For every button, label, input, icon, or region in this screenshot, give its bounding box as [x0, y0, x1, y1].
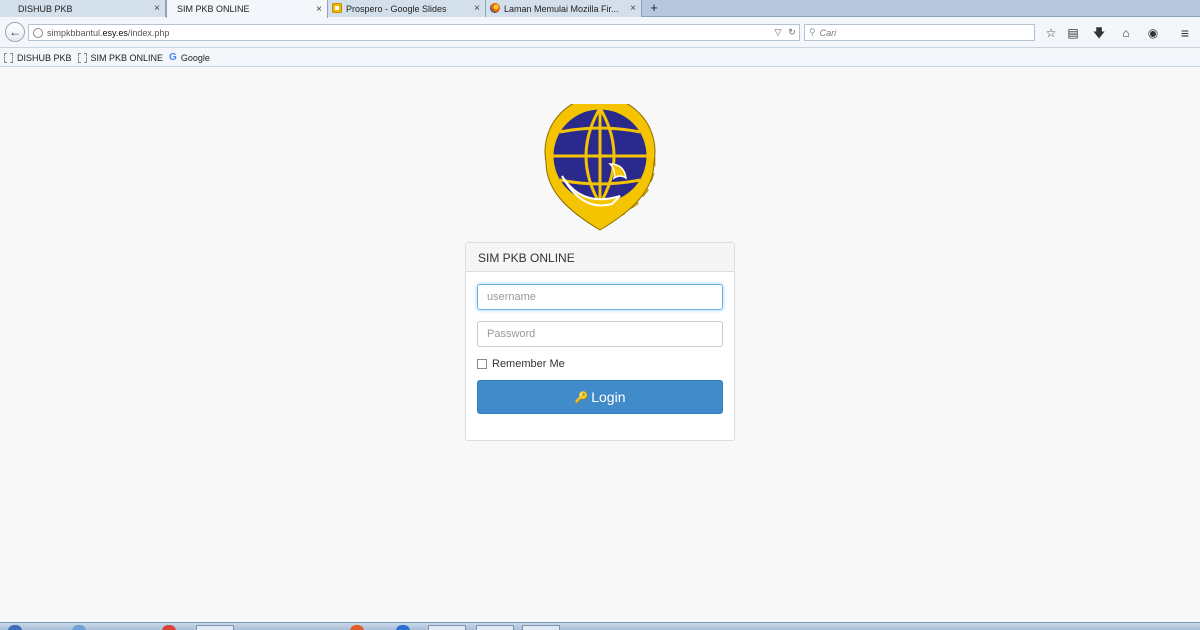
bookmark-label: DISHUB PKB [17, 52, 72, 63]
chat-icon[interactable]: ◉ [1145, 25, 1161, 41]
taskbar-app-icon[interactable] [350, 625, 364, 630]
globe-icon [33, 27, 43, 38]
ministry-logo-icon [544, 104, 656, 231]
back-button[interactable]: ← [5, 22, 25, 42]
search-icon: ⚲ [809, 27, 816, 37]
panel-title: SIM PKB ONLINE [466, 243, 734, 272]
username-input[interactable] [477, 284, 723, 310]
firefox-icon [490, 3, 500, 13]
login-button[interactable]: 🔑 Login [477, 380, 723, 414]
taskbar-app-icon[interactable] [72, 625, 86, 630]
password-input[interactable] [477, 321, 723, 347]
close-icon[interactable]: × [469, 3, 485, 14]
key-icon: 🔑 [574, 391, 589, 404]
tab-strip: DISHUB PKB × SIM PKB ONLINE × Prospero -… [0, 0, 1200, 18]
google-icon: G [169, 52, 177, 63]
new-tab-button[interactable]: + [646, 0, 662, 17]
tab-label: SIM PKB ONLINE [177, 4, 250, 14]
bookmark-star-icon[interactable]: ☆ [1043, 25, 1059, 41]
google-slides-icon [332, 3, 342, 13]
remember-me-checkbox[interactable] [477, 359, 487, 369]
url-text: simpkbbantul.esy.es/index.php [47, 27, 170, 38]
close-icon[interactable]: × [149, 3, 165, 14]
bookmarks-menu-icon[interactable]: ▤ [1065, 25, 1081, 41]
close-icon[interactable]: × [625, 3, 641, 14]
os-taskbar [0, 622, 1200, 630]
bookmark-label: Google [180, 52, 210, 63]
search-input[interactable] [819, 27, 1020, 38]
tab-label: DISHUB PKB [18, 3, 73, 14]
start-icon[interactable] [8, 625, 22, 630]
tab-label: Prospero - Google Slides [346, 3, 447, 14]
home-icon[interactable]: ⌂ [1118, 25, 1134, 41]
page-content: SIM PKB ONLINE Remember Me 🔑 Login [0, 68, 1200, 622]
taskbar-app-icon[interactable] [396, 625, 410, 630]
tab-mozilla-start[interactable]: Laman Memulai Mozilla Fir... × [486, 0, 642, 17]
login-button-label: Login [591, 389, 626, 405]
address-bar[interactable]: simpkbbantul.esy.es/index.php ▽ ↻ [28, 24, 800, 41]
bookmark-google[interactable]: G Google [169, 52, 210, 63]
remember-me[interactable]: Remember Me [477, 358, 565, 370]
bookmark-dishub-pkb[interactable]: DISHUB PKB [4, 52, 72, 63]
navigation-bar: ← simpkbbantul.esy.es/index.php ▽ ↻ ⚲ ☆ … [0, 18, 1200, 48]
taskbar-app-icon[interactable] [162, 625, 176, 630]
arrow-left-icon: ← [9, 25, 21, 39]
taskbar-app-icon[interactable] [196, 625, 234, 630]
dropdown-icon[interactable]: ▽ [771, 27, 785, 38]
taskbar-app-icon[interactable] [428, 625, 466, 630]
bookmark-sim-pkb-online[interactable]: SIM PKB ONLINE [77, 52, 164, 63]
close-icon[interactable]: × [311, 4, 327, 15]
tab-dishub-pkb[interactable]: DISHUB PKB × [0, 0, 166, 17]
taskbar-app-icon[interactable] [476, 625, 514, 630]
remember-me-label: Remember Me [492, 358, 565, 370]
page-icon [77, 52, 87, 63]
reload-icon[interactable]: ↻ [785, 27, 799, 38]
login-panel: SIM PKB ONLINE Remember Me 🔑 Login [465, 242, 735, 441]
tab-label: Laman Memulai Mozilla Fir... [504, 3, 619, 14]
page-icon [4, 52, 13, 63]
tab-google-slides[interactable]: Prospero - Google Slides × [328, 0, 486, 17]
tab-sim-pkb-online[interactable]: SIM PKB ONLINE × [166, 0, 328, 18]
downloads-icon[interactable]: 🡇 [1091, 25, 1107, 41]
menu-icon[interactable]: ≡ [1177, 25, 1193, 41]
bookmarks-bar: DISHUB PKB SIM PKB ONLINE G Google [0, 49, 1200, 67]
search-bar[interactable]: ⚲ [804, 24, 1035, 41]
bookmark-label: SIM PKB ONLINE [90, 52, 164, 63]
taskbar-app-icon[interactable] [522, 625, 560, 630]
